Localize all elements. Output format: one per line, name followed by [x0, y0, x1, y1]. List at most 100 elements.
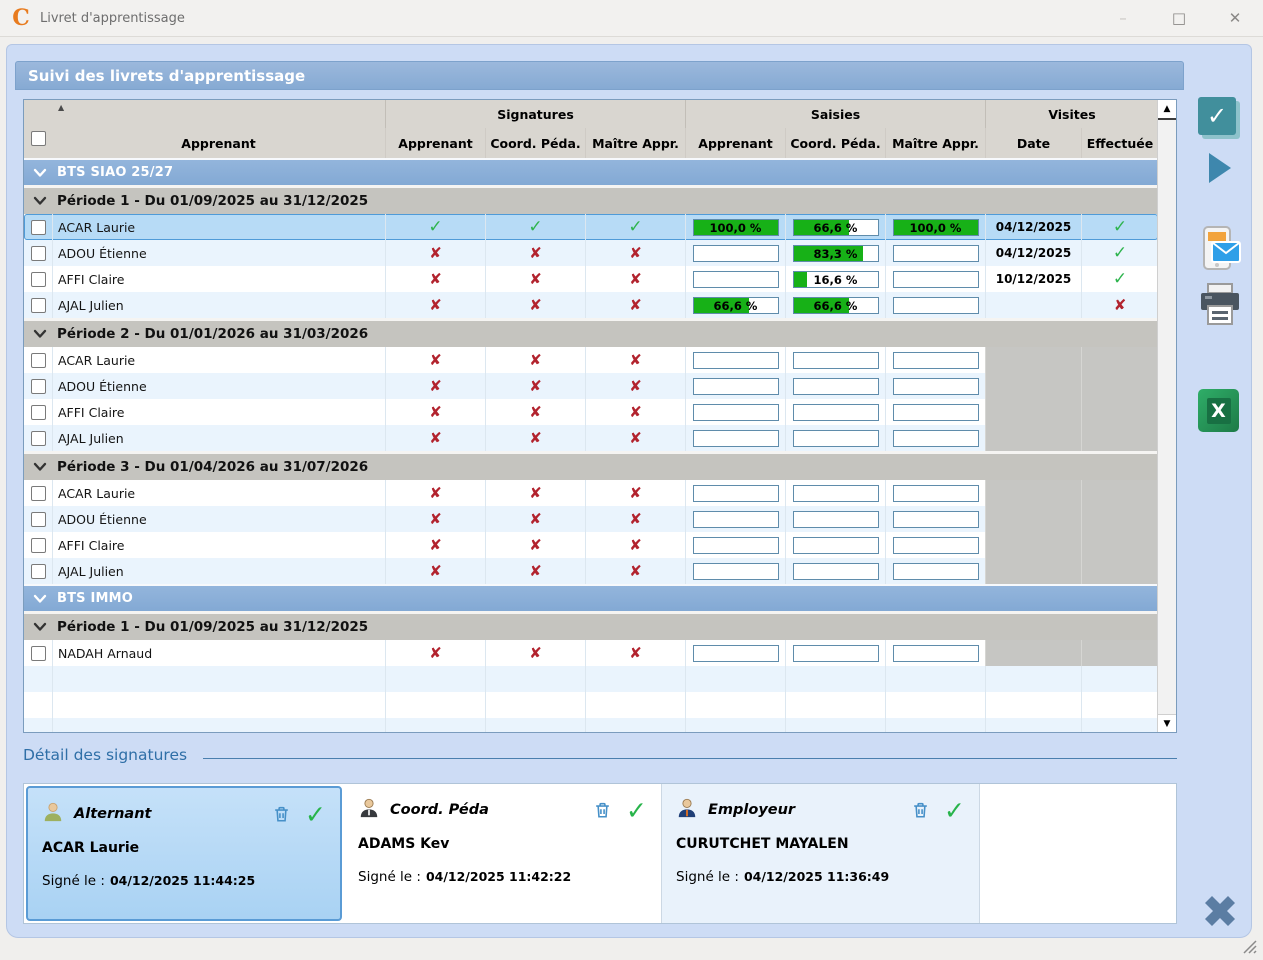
saisie-progress-field[interactable] — [793, 430, 879, 447]
maximize-button[interactable]: □ — [1151, 0, 1207, 36]
delete-signature-button[interactable] — [911, 800, 930, 820]
row-checkbox[interactable] — [31, 538, 46, 553]
row-checkbox[interactable] — [31, 646, 46, 661]
period-row[interactable]: Période 3 - Du 01/04/2026 au 31/07/2026 — [24, 451, 1158, 480]
saisie-progress-field[interactable] — [893, 271, 979, 288]
saisie-progress-field[interactable] — [893, 511, 979, 528]
saisie-progress-field[interactable] — [793, 645, 879, 662]
collapse-toggle[interactable] — [33, 462, 47, 472]
period-row[interactable]: Période 1 - Du 01/09/2025 au 31/12/2025 — [24, 185, 1158, 214]
saisie-progress-field[interactable]: 66,6 % — [793, 297, 879, 314]
minimize-button[interactable]: – — [1095, 0, 1151, 36]
send-to-mobile-button[interactable] — [1197, 225, 1243, 277]
saisie-progress-field[interactable] — [693, 378, 779, 395]
saisie-progress-field[interactable] — [793, 537, 879, 554]
table-row[interactable]: AFFI Claire✘✘✘16,6 %10/12/2025✓ — [24, 266, 1158, 292]
row-checkbox[interactable] — [31, 272, 46, 287]
saisie-progress-field[interactable] — [893, 378, 979, 395]
table-row[interactable]: AFFI Claire✘✘✘ — [24, 532, 1158, 558]
resize-grip[interactable] — [1241, 938, 1257, 958]
saisie-progress-field[interactable] — [893, 352, 979, 369]
row-checkbox[interactable] — [31, 379, 46, 394]
saisie-progress-field[interactable] — [893, 485, 979, 502]
saisie-progress-field[interactable]: 100,0 % — [693, 219, 779, 236]
saisie-progress-field[interactable]: 83,3 % — [793, 245, 879, 262]
delete-signature-button[interactable] — [272, 804, 291, 824]
row-checkbox[interactable] — [31, 353, 46, 368]
column-header-apprenant[interactable]: ▲ Apprenant — [52, 100, 385, 158]
table-row[interactable]: ADOU Étienne✘✘✘ — [24, 506, 1158, 532]
saisie-progress-field[interactable] — [793, 563, 879, 580]
collapse-toggle[interactable] — [33, 196, 47, 206]
table-row[interactable]: ACAR Laurie✘✘✘ — [24, 347, 1158, 373]
saisie-progress-field[interactable] — [893, 430, 979, 447]
table-row[interactable]: ACAR Laurie✓✓✓100,0 %66,6 %100,0 %04/12/… — [24, 214, 1158, 240]
row-checkbox[interactable] — [31, 564, 46, 579]
signature-card[interactable]: Coord. Péda✓ADAMS KevSigné le :04/12/202… — [344, 784, 662, 923]
saisie-progress-field[interactable] — [893, 537, 979, 554]
table-row[interactable]: ADOU Étienne✘✘✘ — [24, 373, 1158, 399]
signature-card[interactable]: Employeur✓CURUTCHET MAYALENSigné le :04/… — [662, 784, 980, 923]
table-row[interactable]: AJAL Julien✘✘✘ — [24, 425, 1158, 451]
saisie-progress-field[interactable] — [693, 645, 779, 662]
group-row[interactable]: BTS SIAO 25/27 — [24, 158, 1158, 185]
collapse-toggle[interactable] — [33, 329, 47, 339]
saisie-progress-field[interactable] — [793, 404, 879, 421]
delete-signature-button[interactable] — [593, 800, 612, 820]
saisie-progress-field[interactable] — [793, 485, 879, 502]
saisie-progress-field[interactable] — [893, 404, 979, 421]
row-checkbox[interactable] — [31, 405, 46, 420]
saisie-progress-field[interactable] — [693, 245, 779, 262]
table-row[interactable]: NADAH Arnaud✘✘✘ — [24, 640, 1158, 666]
row-checkbox[interactable] — [31, 486, 46, 501]
period-row[interactable]: Période 2 - Du 01/01/2026 au 31/03/2026 — [24, 318, 1158, 347]
saisie-progress-field[interactable]: 16,6 % — [793, 271, 879, 288]
period-row[interactable]: Période 1 - Du 01/09/2025 au 31/12/2025 — [24, 611, 1158, 640]
vertical-scrollbar[interactable]: ▲ ▼ — [1157, 100, 1176, 732]
row-checkbox[interactable] — [31, 512, 46, 527]
table-row[interactable]: AJAL Julien✘✘✘ — [24, 558, 1158, 584]
saisie-progress-field[interactable] — [693, 537, 779, 554]
collapse-toggle[interactable] — [33, 594, 47, 604]
saisie-progress-field[interactable] — [693, 352, 779, 369]
saisie-progress-field[interactable] — [693, 271, 779, 288]
saisie-progress-field[interactable] — [793, 511, 879, 528]
saisie-progress-field[interactable] — [693, 511, 779, 528]
table-row[interactable]: ACAR Laurie✘✘✘ — [24, 480, 1158, 506]
group-row[interactable]: BTS IMMO — [24, 584, 1158, 611]
saisie-progress-field[interactable] — [893, 297, 979, 314]
saisie-progress-field[interactable] — [693, 485, 779, 502]
scroll-down-icon[interactable]: ▼ — [1158, 714, 1176, 732]
collapse-toggle[interactable] — [33, 168, 47, 178]
saisie-progress-field[interactable] — [693, 563, 779, 580]
signature-card[interactable]: Alternant✓ACAR LaurieSigné le :04/12/202… — [26, 786, 342, 921]
table-row[interactable]: AJAL Julien✘✘✘66,6 %66,6 %✘ — [24, 292, 1158, 318]
saisie-progress-field[interactable] — [893, 245, 979, 262]
saisie-progress-field[interactable] — [893, 563, 979, 580]
collapse-toggle[interactable] — [33, 622, 47, 632]
saisie-progress-field[interactable] — [893, 645, 979, 662]
run-button[interactable] — [1207, 152, 1233, 188]
saisie-progress-field[interactable]: 100,0 % — [893, 219, 979, 236]
saisie-progress-field[interactable]: 66,6 % — [693, 297, 779, 314]
saisie-progress-field[interactable] — [693, 404, 779, 421]
row-checkbox[interactable] — [31, 246, 46, 261]
row-checkbox[interactable] — [31, 298, 46, 313]
close-window-button[interactable]: ✕ — [1207, 0, 1263, 36]
table-row[interactable]: AFFI Claire✘✘✘ — [24, 399, 1158, 425]
row-checkbox[interactable] — [31, 220, 46, 235]
checkbox-cell — [24, 292, 52, 318]
export-excel-button[interactable]: X — [1198, 389, 1239, 432]
close-dialog-button[interactable] — [1197, 888, 1243, 938]
validate-button[interactable]: ✓ — [1198, 97, 1236, 135]
saisie-progress-field[interactable] — [693, 430, 779, 447]
saisie-progress-field[interactable] — [793, 378, 879, 395]
table-row[interactable]: ADOU Étienne✘✘✘83,3 %04/12/2025✓ — [24, 240, 1158, 266]
select-all-checkbox[interactable] — [31, 131, 46, 146]
row-checkbox[interactable] — [31, 431, 46, 446]
print-button[interactable] — [1197, 282, 1243, 332]
saisie-progress-field[interactable]: 66,6 % — [793, 219, 879, 236]
sort-ascending-icon[interactable]: ▲ — [58, 103, 64, 112]
saisie-progress-field[interactable] — [793, 352, 879, 369]
scroll-up-icon[interactable]: ▲ — [1158, 100, 1176, 120]
